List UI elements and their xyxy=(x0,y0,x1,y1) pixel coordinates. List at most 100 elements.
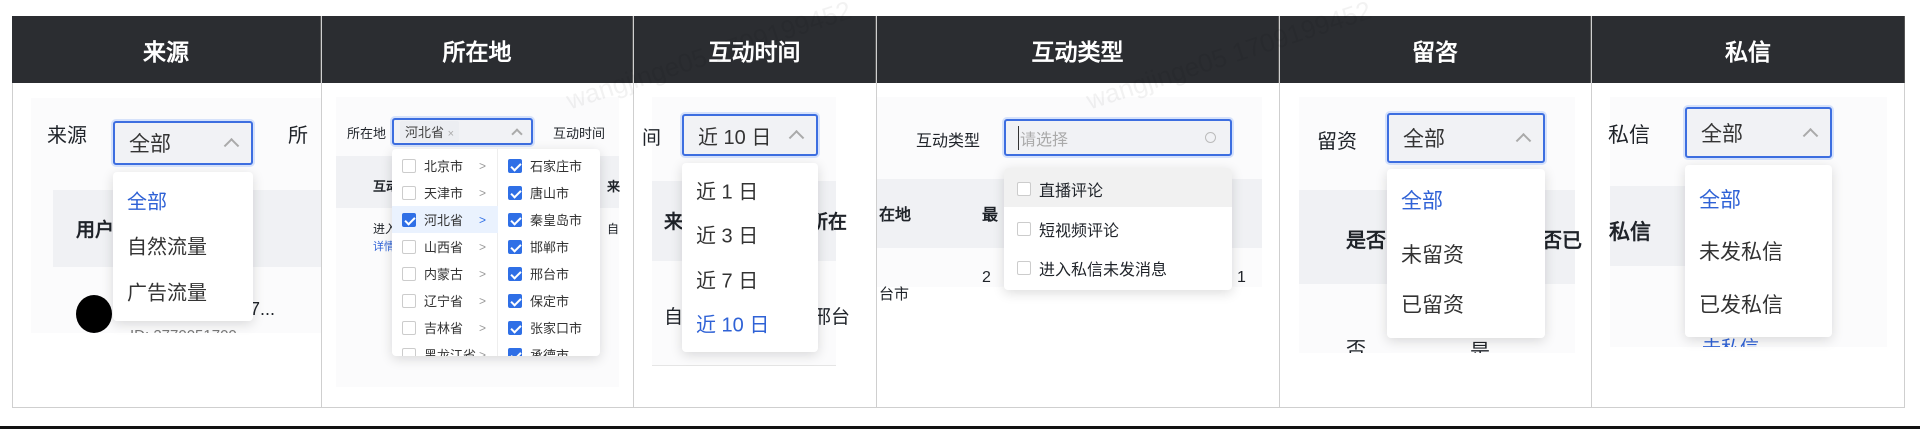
city-label: 承德市 xyxy=(530,348,570,356)
province-item[interactable]: 河北省 > xyxy=(392,206,498,233)
checkbox[interactable] xyxy=(1017,182,1031,196)
city-label: 邢台市 xyxy=(530,267,570,282)
option-all[interactable]: 全部 xyxy=(127,186,167,215)
chevron-up-icon xyxy=(223,137,240,154)
province-label: 吉林省 xyxy=(424,321,464,336)
city-item[interactable]: 邯郸市 xyxy=(498,233,569,260)
next-filter-label: 互动时间 xyxy=(553,126,606,141)
province-item[interactable]: 吉林省 > xyxy=(392,314,498,341)
option-no-lead[interactable]: 未留资 xyxy=(1401,239,1464,269)
location-cascader-input[interactable]: 河北省 × xyxy=(392,118,533,145)
option-video-comment[interactable]: 短视频评论 xyxy=(1017,217,1119,241)
search-icon xyxy=(1205,132,1216,143)
checkbox[interactable] xyxy=(508,266,522,281)
option-live-comment[interactable]: 直播评论 xyxy=(1017,177,1103,201)
filter-label: 所在地 xyxy=(347,126,387,141)
type-search-input[interactable]: 请选择 xyxy=(1004,119,1232,156)
city-item[interactable]: 承德市 xyxy=(498,341,569,356)
city-item[interactable]: 保定市 xyxy=(498,287,569,314)
source-select[interactable]: 全部 xyxy=(113,121,253,165)
city-item[interactable]: 张家口市 xyxy=(498,314,582,341)
chevron-right-icon: > xyxy=(478,212,486,227)
bg-text: 自 xyxy=(664,307,684,328)
option-natural[interactable]: 自然流量 xyxy=(127,231,207,260)
province-item[interactable]: 黑龙江省 > xyxy=(392,341,498,356)
column-type: 互动类型 互动类型 在地 最 台市 2 1 请选择 直播评论 短视频评论 进入私… xyxy=(877,16,1280,408)
city-label: 张家口市 xyxy=(530,321,583,336)
bg-text: 在地 xyxy=(879,207,912,224)
city-item[interactable]: 邢台市 xyxy=(498,260,569,287)
province-label: 天津市 xyxy=(424,186,464,201)
filter-label: 留资 xyxy=(1317,131,1357,153)
bg-text: 来 xyxy=(664,212,684,233)
province-item[interactable]: 山西省 > xyxy=(392,233,498,260)
select-value: 近 10 日 xyxy=(698,126,772,149)
bg-text: 2 xyxy=(982,269,991,286)
input-placeholder: 请选择 xyxy=(1018,125,1068,150)
checkbox[interactable] xyxy=(402,158,416,173)
column-time: 互动时间 间 来 所在 自 邢台 近 10 日 近 1 日 近 3 日 近 7 … xyxy=(634,16,877,408)
checkbox[interactable] xyxy=(402,347,416,356)
option-all[interactable]: 全部 xyxy=(1699,184,1741,214)
tag-close-icon[interactable]: × xyxy=(448,128,454,140)
checkbox[interactable] xyxy=(1017,222,1031,236)
checkbox[interactable] xyxy=(402,212,416,227)
checkbox[interactable] xyxy=(508,158,522,173)
checkbox[interactable] xyxy=(402,239,416,254)
divider xyxy=(652,365,836,366)
checkbox[interactable] xyxy=(508,347,522,356)
lead-select[interactable]: 全部 xyxy=(1387,113,1545,163)
city-item[interactable]: 秦皇岛市 xyxy=(498,206,582,233)
city-item[interactable]: 石家庄市 xyxy=(498,152,582,179)
bg-text: 私信 xyxy=(1609,221,1651,244)
option-has-lead[interactable]: 已留资 xyxy=(1401,289,1464,319)
checkbox[interactable] xyxy=(402,266,416,281)
checkbox[interactable] xyxy=(402,320,416,335)
province-label: 黑龙江省 xyxy=(424,348,477,356)
column-header: 来源 xyxy=(12,16,321,83)
bg-text: 来 xyxy=(607,179,621,194)
city-label: 邯郸市 xyxy=(530,240,570,255)
option-dm-no-message[interactable]: 进入私信未发消息 xyxy=(1017,256,1167,280)
filter-label: 私信 xyxy=(1608,124,1650,147)
province-item[interactable]: 北京市 > xyxy=(392,152,498,179)
option-7-days[interactable]: 近 7 日 xyxy=(696,265,758,294)
option-sent[interactable]: 已发私信 xyxy=(1699,289,1783,319)
province-label: 河北省 xyxy=(424,213,464,228)
option-all[interactable]: 全部 xyxy=(1401,185,1443,215)
checkbox[interactable] xyxy=(508,293,522,308)
checkbox[interactable] xyxy=(508,239,522,254)
checkbox[interactable] xyxy=(402,293,416,308)
chevron-up-icon xyxy=(511,127,523,140)
chevron-right-icon: > xyxy=(478,185,486,200)
province-item[interactable]: 内蒙古 > xyxy=(392,260,498,287)
checkbox[interactable] xyxy=(508,212,522,227)
option-3-days[interactable]: 近 3 日 xyxy=(696,220,758,249)
bg-text: 1 xyxy=(1237,269,1246,286)
lead-dropdown: 全部 未留资 已留资 xyxy=(1387,169,1545,338)
row-name: 7... xyxy=(250,299,276,319)
province-label: 山西省 xyxy=(424,240,464,255)
bg-text: 否已 xyxy=(1542,230,1582,252)
province-item[interactable]: 辽宁省 > xyxy=(392,287,498,314)
time-select[interactable]: 近 10 日 xyxy=(682,114,818,156)
checkbox[interactable] xyxy=(508,320,522,335)
province-item[interactable]: 天津市 > xyxy=(392,179,498,206)
dm-select[interactable]: 全部 xyxy=(1685,107,1832,158)
option-1-day[interactable]: 近 1 日 xyxy=(696,176,758,205)
city-label: 保定市 xyxy=(530,294,570,309)
city-item[interactable]: 唐山市 xyxy=(498,179,569,206)
checkbox[interactable] xyxy=(1017,261,1031,275)
city-label: 秦皇岛市 xyxy=(530,213,583,228)
province-label: 内蒙古 xyxy=(424,267,464,282)
checkbox[interactable] xyxy=(402,185,416,200)
option-not-sent[interactable]: 未发私信 xyxy=(1699,236,1783,266)
bg-text: 最 xyxy=(982,207,999,224)
option-10-days[interactable]: 近 10 日 xyxy=(696,309,769,338)
chevron-right-icon: > xyxy=(478,158,486,173)
chevron-up-icon xyxy=(1515,132,1532,149)
option-ads[interactable]: 广告流量 xyxy=(127,277,207,306)
source-dropdown: 全部 自然流量 广告流量 xyxy=(113,172,253,321)
checkbox[interactable] xyxy=(508,185,522,200)
column-lead: 留咨 留资 是否 否已 否 是 全部 全部 未留资 已留资 xyxy=(1280,16,1592,408)
